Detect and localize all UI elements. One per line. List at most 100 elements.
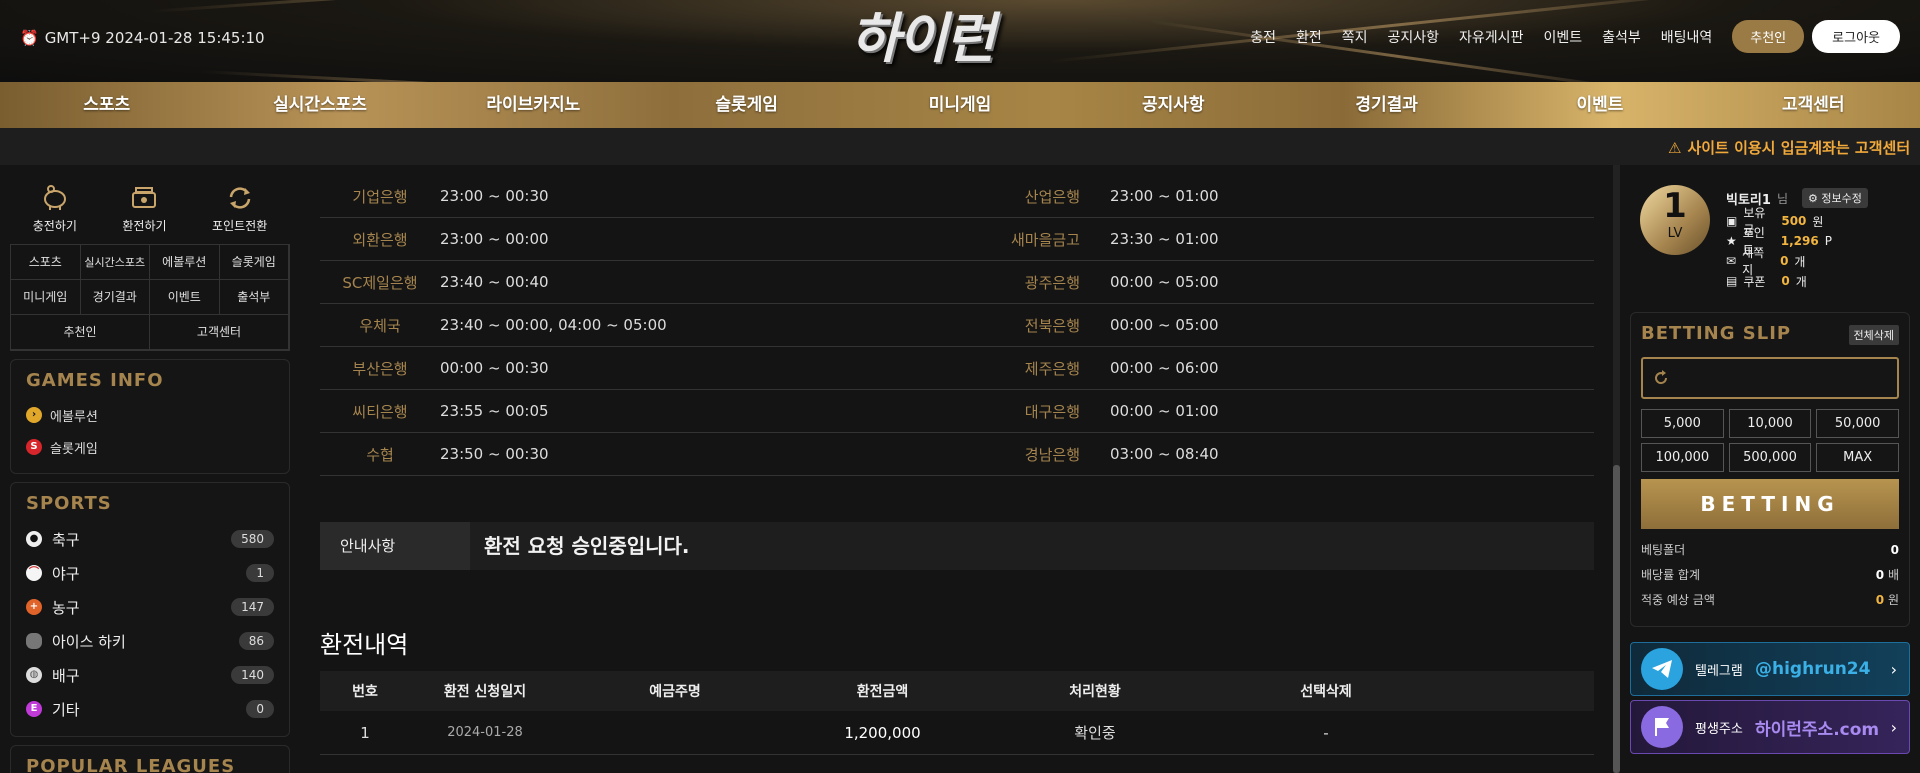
piggy-bank-icon (43, 185, 66, 210)
top-nav-bet-history[interactable]: 배팅내역 (1651, 27, 1723, 47)
sidebar-item-events[interactable]: 이벤트 (150, 280, 220, 315)
sidebar-menu-grid: 스포츠 실시간스포츠 에볼루션 슬롯게임 미니게임 경기결과 이벤트 출석부 추… (10, 244, 290, 351)
sport-label: 축구 (52, 530, 80, 549)
cell-delete[interactable]: - (1215, 724, 1437, 742)
sport-count: 580 (231, 530, 274, 548)
sidebar-item-recommend[interactable]: 추천인 (11, 315, 150, 350)
bank-name: 우체국 (359, 316, 401, 335)
main-nav: 스포츠 실시간스포츠 라이브카지노 슬롯게임 미니게임 공지사항 경기결과 이벤… (0, 82, 1920, 128)
level-label: LV (1667, 226, 1683, 241)
summary-value: 0 (1875, 568, 1885, 582)
scrollbar-thumb[interactable] (1613, 465, 1620, 773)
quick-point-convert[interactable]: 포인트전환 (212, 185, 267, 234)
level-number: 1 (1663, 186, 1687, 226)
main-nav-sports[interactable]: 스포츠 (0, 82, 213, 128)
game-item-evolution[interactable]: › 에볼루션 (26, 399, 274, 431)
bet-amount-input[interactable] (1641, 357, 1899, 399)
edit-profile-button[interactable]: ⚙ 정보수정 (1801, 188, 1868, 208)
bank-row: 우체국 23:40 ~ 00:00, 04:00 ~ 05:00 전북은행 00:00… (320, 304, 1594, 347)
sport-item-volleyball[interactable]: ◍ 배구 140 (26, 658, 274, 692)
betting-slip-title: BETTING SLIP (1641, 323, 1792, 344)
clear-all-button[interactable]: 전체삭제 (1848, 325, 1899, 345)
sport-label: 야구 (52, 564, 80, 583)
bank-name: 씨티은행 (352, 402, 408, 421)
address-banner[interactable]: 평생주소 하이런주소.com › (1630, 700, 1910, 754)
amount-button[interactable]: 50,000 (1816, 409, 1899, 438)
chevron-right-icon: › (1890, 659, 1897, 679)
amount-button[interactable]: 500,000 (1728, 443, 1812, 472)
sport-label: 기타 (52, 700, 80, 719)
sidebar-item-live-sports[interactable]: 실시간스포츠 (80, 245, 150, 280)
sidebar-item-slots[interactable]: 슬롯게임 (219, 245, 289, 280)
main-nav-events[interactable]: 이벤트 (1493, 82, 1706, 128)
sport-item-basketball[interactable]: + 농구 147 (26, 590, 274, 624)
col-amount: 환전금액 (856, 684, 909, 700)
amount-button[interactable]: 5,000 (1641, 409, 1724, 438)
sport-item-soccer[interactable]: ● 축구 580 (26, 522, 274, 556)
stat-value: 0 (1780, 254, 1789, 268)
top-nav-withdraw[interactable]: 환전 (1286, 27, 1332, 47)
sport-count: 140 (231, 666, 274, 684)
notice-message: ⚠ 사이트 이용시 입금계좌는 고객센터 (1668, 137, 1910, 158)
level-badge: 1 LV (1640, 185, 1710, 255)
sidebar-item-support[interactable]: 고객센터 (150, 315, 289, 350)
col-holder: 예금주명 (649, 684, 701, 700)
sport-item-etc[interactable]: E 기타 0 (26, 692, 274, 726)
top-nav-board[interactable]: 자유게시판 (1449, 27, 1533, 47)
top-nav-deposit[interactable]: 충전 (1240, 27, 1286, 47)
telegram-banner[interactable]: 텔레그램 @highrun24 › (1630, 642, 1910, 696)
main-nav-support[interactable]: 고객센터 (1707, 82, 1920, 128)
betting-button[interactable]: BETTING (1641, 479, 1899, 529)
bank-row: 수협 23:50 ~ 00:30 경남은행 03:00 ~ 08:40 (320, 433, 1594, 476)
stat-coupons[interactable]: ▤ 쿠폰 0 개 (1726, 271, 1868, 291)
summary-unit: 원 (1887, 593, 1899, 607)
bank-row: 부산은행 00:00 ~ 00:30 제주은행 00:00 ~ 06:00 (320, 347, 1594, 390)
site-logo[interactable]: 하이런 (850, 6, 1070, 70)
recommend-button[interactable]: 추천인 (1732, 20, 1805, 53)
game-item-slots[interactable]: S 슬롯게임 (26, 431, 274, 463)
telegram-icon (1641, 648, 1683, 690)
info-box: 안내사항 환전 요청 승인중입니다. (320, 522, 1594, 570)
sport-count: 0 (246, 700, 274, 718)
amount-max-button[interactable]: MAX (1816, 443, 1899, 472)
top-nav-notice[interactable]: 공지사항 (1378, 27, 1450, 47)
bank-name: 기업은행 (352, 187, 408, 206)
main-nav-live-casino[interactable]: 라이브카지노 (427, 82, 640, 128)
table-row: 1 2024-01-28 1,200,000 확인중 - (320, 711, 1594, 755)
main-nav-notice[interactable]: 공지사항 (1067, 82, 1280, 128)
top-nav-event[interactable]: 이벤트 (1533, 27, 1592, 47)
logout-button[interactable]: 로그아웃 (1812, 20, 1900, 53)
sport-label: 농구 (52, 598, 80, 617)
sidebar-item-attendance[interactable]: 출석부 (219, 280, 289, 315)
warning-icon: ⚠ (1668, 138, 1682, 157)
amount-button[interactable]: 10,000 (1728, 409, 1812, 438)
popular-leagues-title: POPULAR LEAGUES (26, 756, 236, 773)
stat-messages[interactable]: ✉ 새쪽지 0 개 (1726, 246, 1868, 277)
bank-name: 부산은행 (352, 359, 408, 378)
refresh-icon[interactable] (1653, 370, 1669, 386)
amount-buttons: 5,000 10,000 50,000 100,000 500,000 MAX (1641, 409, 1899, 472)
quick-withdraw[interactable]: 환전하기 (122, 185, 167, 234)
withdraw-history-table: 번호 환전 신청일지 예금주명 환전금액 처리현황 선택삭제 1 2024-01… (320, 671, 1594, 755)
sport-item-ice-hockey[interactable]: 아이스 하키 86 (26, 624, 274, 658)
stat-value: 0 (1781, 274, 1790, 288)
main-scrollbar[interactable] (1613, 165, 1620, 773)
main-nav-results[interactable]: 경기결과 (1280, 82, 1493, 128)
sidebar-item-evolution[interactable]: 에볼루션 (150, 245, 220, 280)
sport-item-baseball[interactable]: ⌒ 야구 1 (26, 556, 274, 590)
sidebar-item-mini-games[interactable]: 미니게임 (11, 280, 81, 315)
main-nav-live-sports[interactable]: 실시간스포츠 (213, 82, 426, 128)
quick-deposit[interactable]: 충전하기 (33, 185, 77, 234)
sports-panel: SPORTS ● 축구 580 ⌒ 야구 1 + 농구 147 아이스 하키 86 ◍ 배구 14… (10, 482, 290, 737)
sidebar-item-results[interactable]: 경기결과 (80, 280, 150, 315)
top-nav-attendance[interactable]: 출석부 (1592, 27, 1651, 47)
stat-label: 쿠폰 (1743, 274, 1766, 289)
amount-button[interactable]: 100,000 (1641, 443, 1724, 472)
bank-time: 00:00 ~ 05:00 (1110, 273, 1219, 291)
sidebar-item-sports[interactable]: 스포츠 (11, 245, 81, 280)
sport-label: 배구 (52, 666, 80, 685)
main-nav-slots[interactable]: 슬롯게임 (640, 82, 853, 128)
main-nav-mini-games[interactable]: 미니게임 (853, 82, 1066, 128)
left-sidebar: 충전하기 환전하기 포인트전환 스포츠 실시간스포츠 에볼루션 슬롯게임 미니게… (0, 165, 300, 773)
top-nav-messages[interactable]: 쪽지 (1332, 27, 1378, 47)
